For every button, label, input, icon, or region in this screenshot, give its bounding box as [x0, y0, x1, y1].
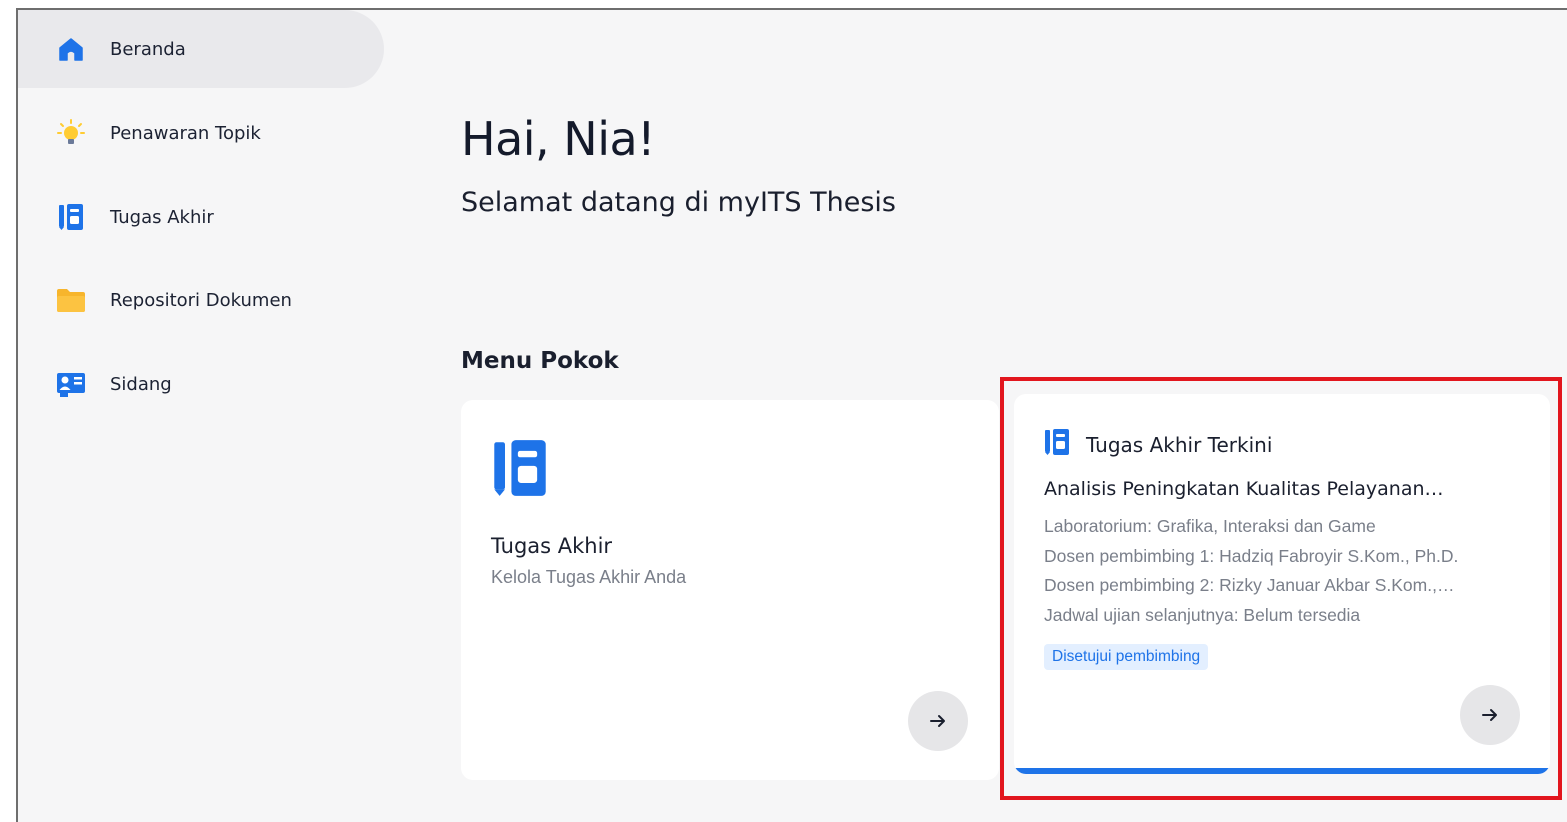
open-tugas-akhir-button[interactable] — [908, 691, 968, 751]
arrow-right-icon — [930, 715, 945, 727]
notebook-icon — [56, 202, 86, 232]
thesis-details: Laboratorium: Grafika, Interaksi dan Gam… — [1044, 512, 1514, 630]
open-tugas-akhir-terkini-button[interactable] — [1460, 685, 1520, 745]
sidebar-item-label: Tugas Akhir — [110, 206, 214, 228]
sidebar-item-repositori-dokumen[interactable]: Repositori Dokumen — [18, 261, 384, 339]
card-tugas-akhir-terkini[interactable]: Tugas Akhir Terkini Analisis Peningkatan… — [1014, 394, 1550, 774]
notebook-icon — [491, 438, 549, 503]
welcome-subtitle: Selamat datang di myITS Thesis — [461, 187, 896, 218]
card-header: Tugas Akhir Terkini — [1044, 428, 1272, 461]
sidebar-item-beranda[interactable]: Beranda — [18, 10, 384, 88]
sidebar-item-penawaran-topik[interactable]: Penawaran Topik — [18, 94, 384, 172]
card-subtitle: Kelola Tugas Akhir Anda — [491, 567, 687, 587]
sidebar-item-sidang[interactable]: Sidang — [18, 345, 384, 423]
notebook-icon — [1044, 428, 1070, 461]
sidebar-item-label: Repositori Dokumen — [110, 289, 292, 311]
status-badge: Disetujui pembimbing — [1044, 644, 1209, 670]
arrow-right-icon — [1482, 709, 1497, 721]
exam-schedule-info: Jadwal ujian selanjutnya: Belum tersedia — [1044, 604, 1361, 625]
laboratory-info: Laboratorium: Grafika, Interaksi dan Gam… — [1044, 516, 1376, 536]
sidebar-item-label: Sidang — [110, 373, 172, 395]
supervisor-1-info: Dosen pembimbing 1: Hadziq Fabroyir S.Ko… — [1044, 545, 1459, 566]
id-card-icon — [56, 369, 86, 399]
thesis-title: Analisis Peningkatan Kualitas Pelayanan… — [1044, 478, 1444, 500]
sidebar-item-label: Penawaran Topik — [110, 122, 261, 144]
sidebar-item-label: Beranda — [110, 38, 186, 60]
card-header-label: Tugas Akhir Terkini — [1086, 432, 1273, 457]
card-title: Tugas Akhir — [491, 534, 613, 558]
supervisor-2-info: Dosen pembimbing 2: Rizky Januar Akbar S… — [1044, 575, 1455, 595]
card-accent-bar — [1014, 768, 1550, 774]
home-icon — [56, 34, 86, 64]
card-tugas-akhir[interactable]: Tugas Akhir Kelola Tugas Akhir Anda — [461, 400, 999, 780]
page-title: Hai, Nia! — [461, 112, 656, 166]
sidebar-item-tugas-akhir[interactable]: Tugas Akhir — [18, 178, 384, 256]
sidebar: Beranda Penawaran Topik Tugas Akhir Repo… — [18, 10, 384, 822]
section-title: Menu Pokok — [461, 348, 619, 374]
lightbulb-icon — [56, 118, 86, 148]
folder-icon — [56, 285, 86, 315]
